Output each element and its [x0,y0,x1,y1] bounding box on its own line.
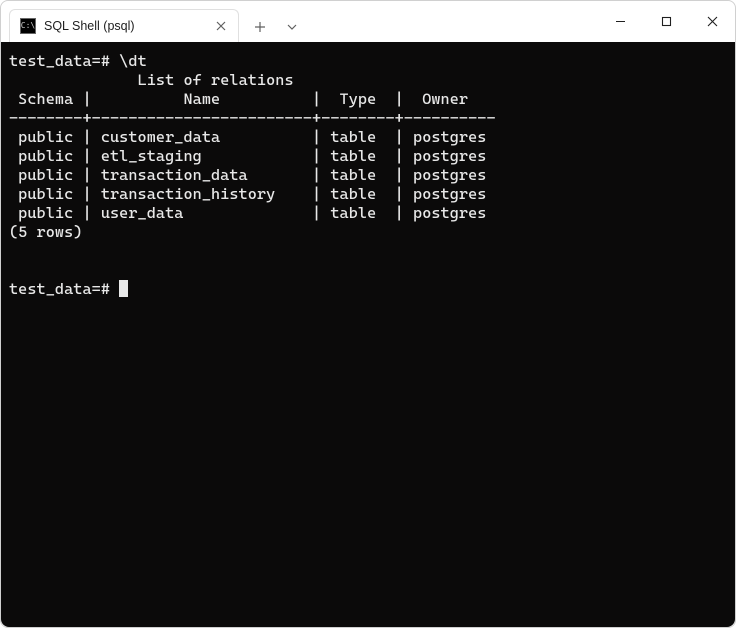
table-separator: --------+------------------------+------… [9,109,496,127]
table-row: public | transaction_data | table | post… [9,166,486,184]
table-row: public | customer_data | table | postgre… [9,128,486,146]
new-tab-button[interactable] [245,12,275,42]
plus-icon [254,21,266,33]
prompt: test_data=# [9,52,110,70]
maximize-button[interactable] [643,1,689,42]
close-window-icon [707,16,718,27]
cmd-icon: C:\ [20,18,36,34]
command-text: \dt [119,52,147,70]
prompt: test_data=# [9,280,119,298]
table-row: public | etl_staging | table | postgres [9,147,486,165]
window-controls [597,1,735,42]
close-tab-button[interactable] [212,17,230,35]
list-heading: List of relations [138,71,294,89]
minimize-button[interactable] [597,1,643,42]
maximize-icon [661,16,672,27]
table-header: Schema | Name | Type | Owner [9,90,468,108]
minimize-icon [615,16,626,27]
row-count: (5 rows) [9,223,82,241]
tab-title: SQL Shell (psql) [44,19,204,33]
heading-indent [9,71,138,89]
close-window-button[interactable] [689,1,735,42]
tab-actions [239,12,307,42]
table-row: public | user_data | table | postgres [9,204,486,222]
tab-sql-shell[interactable]: C:\ SQL Shell (psql) [9,9,239,42]
chevron-down-icon [286,21,298,33]
close-icon [216,21,226,31]
titlebar-drag-area[interactable] [307,1,597,42]
terminal-viewport[interactable]: test_data=# \dt List of relations Schema… [1,42,735,627]
window-titlebar: C:\ SQL Shell (psql) [1,1,735,42]
table-row: public | transaction_history | table | p… [9,185,486,203]
tabs-area: C:\ SQL Shell (psql) [1,1,307,42]
cursor [119,280,128,297]
tab-dropdown-button[interactable] [277,12,307,42]
